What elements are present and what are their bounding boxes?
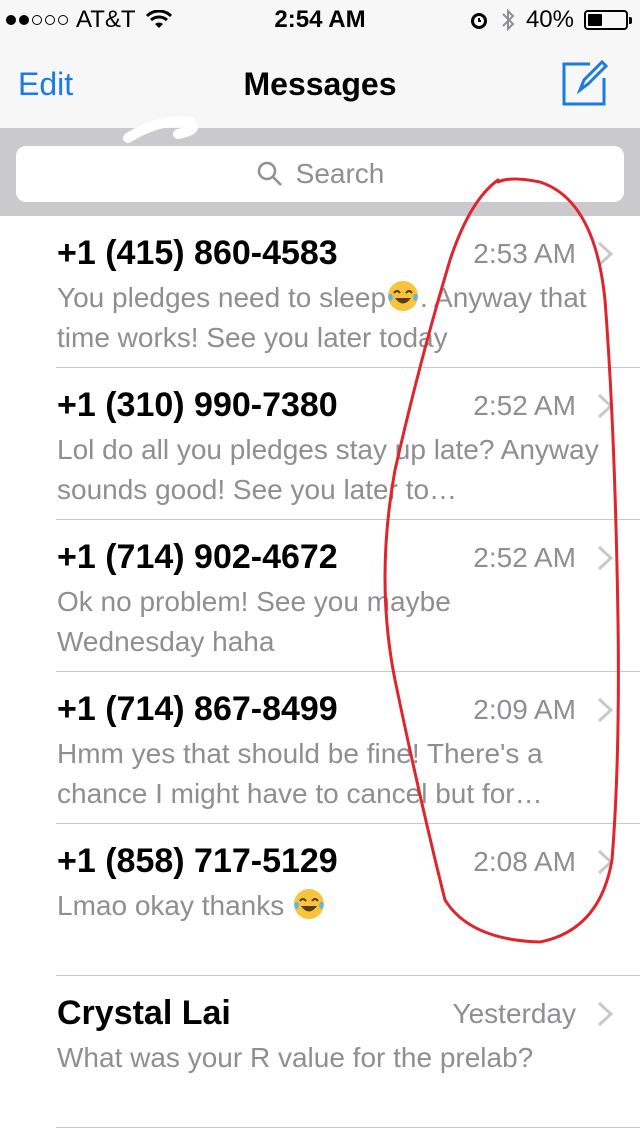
battery-icon [584, 10, 632, 30]
page-title: Messages [243, 66, 397, 102]
message-time: Yesterday [452, 998, 577, 1029]
contact-name: +1 (415) 860-4583 [57, 234, 338, 272]
search-placeholder: Search [295, 158, 385, 189]
chevron-right-icon [597, 849, 614, 875]
compose-icon[interactable] [560, 58, 610, 108]
status-right: 40% [468, 6, 632, 34]
alarm-icon [470, 13, 487, 29]
contact-name: Crystal Lai [57, 994, 231, 1032]
message-time: 2:52 AM [473, 390, 576, 421]
row-divider [56, 1127, 640, 1128]
chevron-right-icon [597, 241, 614, 267]
message-preview: Lol do all you pledges stay up late? Any… [57, 434, 599, 505]
conversation-row[interactable]: +1 (415) 860-4583 2:53 AM You pledges ne… [0, 216, 640, 368]
contact-name: +1 (310) 990-7380 [57, 386, 338, 424]
search-icon [257, 161, 282, 186]
conversation-row[interactable]: +1 (714) 902-4672 2:52 AM Ok no problem!… [0, 520, 640, 672]
chevron-right-icon [597, 545, 614, 571]
conversation-row[interactable]: +1 (310) 990-7380 2:52 AM Lol do all you… [0, 368, 640, 520]
battery-percent: 40% [525, 6, 574, 33]
message-preview: Hmm yes that should be fine! There's a c… [57, 738, 543, 809]
message-time: 2:09 AM [473, 694, 576, 725]
contact-name: +1 (714) 902-4672 [57, 538, 338, 576]
message-preview: What was your R value for the prelab? [57, 1042, 534, 1073]
status-bar: AT&T 2:54 AM 40% [0, 0, 640, 40]
navigation-bar: Edit Messages [0, 40, 640, 128]
tears-of-joy-emoji-icon [294, 889, 325, 919]
bluetooth-icon [502, 8, 515, 32]
conversation-row[interactable]: +1 (714) 867-8499 2:09 AM Hmm yes that s… [0, 672, 640, 824]
contact-name: +1 (714) 867-8499 [57, 690, 338, 728]
search-area: Search [0, 128, 640, 216]
conversation-row[interactable]: Crystal Lai Yesterday What was your R va… [0, 976, 640, 1128]
chevron-right-icon [597, 1001, 614, 1027]
message-preview: Ok no problem! See you maybe Wednesday h… [57, 586, 451, 657]
contact-name: +1 (858) 717-5129 [57, 842, 338, 880]
message-preview: Lmao okay thanks [57, 886, 602, 926]
message-preview: You pledges need to sleep. Anyway that t… [57, 278, 602, 358]
message-time: 2:52 AM [473, 542, 576, 573]
tears-of-joy-emoji-icon [388, 281, 419, 311]
message-time: 2:53 AM [473, 238, 576, 269]
chevron-right-icon [597, 393, 614, 419]
conversation-list: +1 (415) 860-4583 2:53 AM You pledges ne… [0, 216, 640, 1128]
message-time: 2:08 AM [473, 846, 576, 877]
chevron-right-icon [597, 697, 614, 723]
search-input[interactable]: Search [16, 146, 624, 202]
conversation-row[interactable]: +1 (858) 717-5129 2:08 AM Lmao okay than… [0, 824, 640, 976]
